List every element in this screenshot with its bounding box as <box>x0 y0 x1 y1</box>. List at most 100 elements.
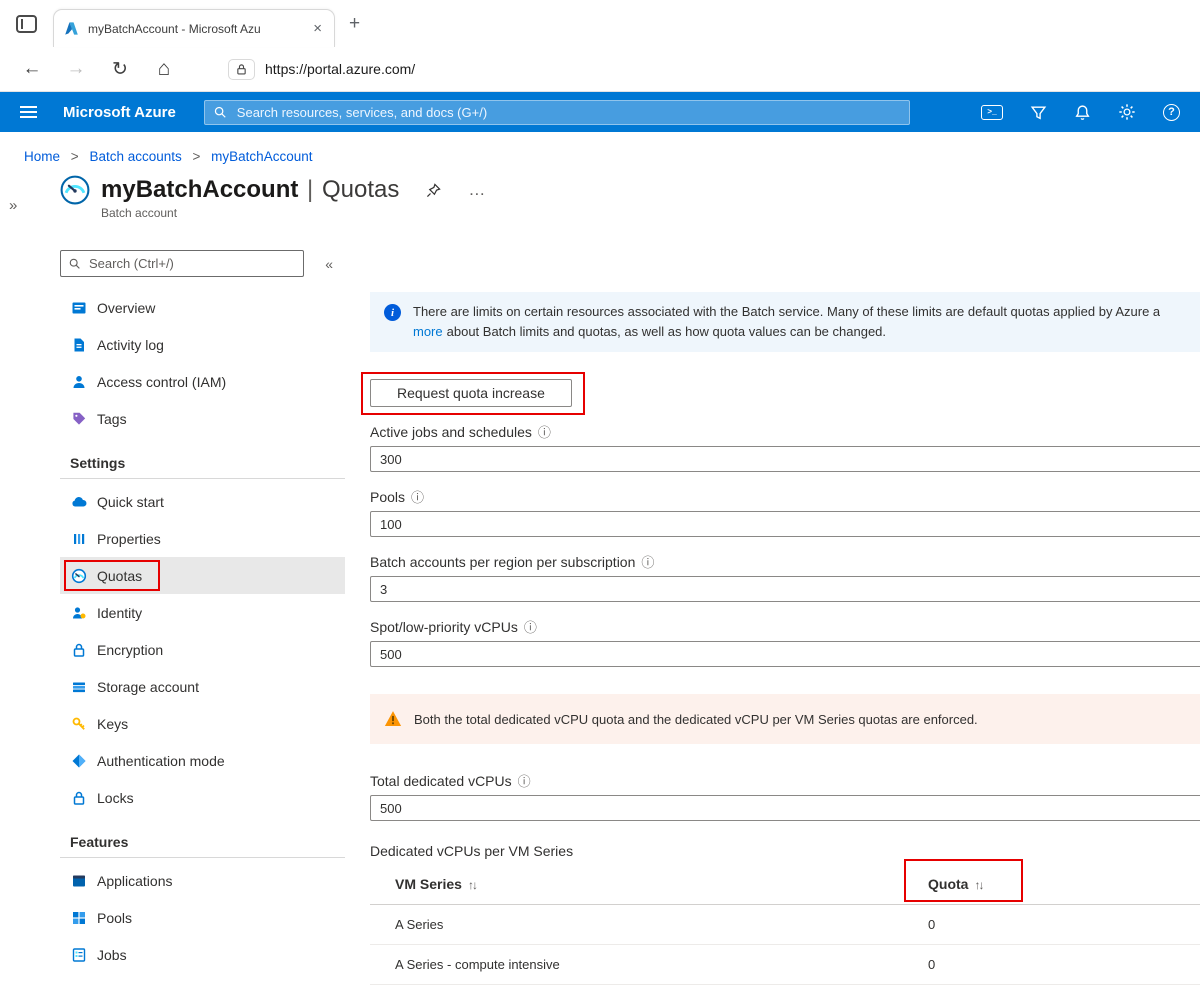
azure-brand[interactable]: Microsoft Azure <box>63 104 176 121</box>
access-control-icon <box>70 373 87 390</box>
warning-icon <box>384 710 402 728</box>
spot-vcpus-input[interactable] <box>370 641 1200 667</box>
refresh-icon[interactable]: ↻ <box>108 58 132 81</box>
table-header-row: VM Series ↑↓ Quota↑↓ <box>370 864 1200 905</box>
tab-close-icon[interactable]: × <box>311 21 324 36</box>
settings-gear-icon[interactable] <box>1118 103 1136 121</box>
page-title-account: myBatchAccount <box>101 176 298 203</box>
global-search-box[interactable] <box>204 100 910 125</box>
url-text[interactable]: https://portal.azure.com/ <box>265 61 415 77</box>
sidebar-section-features: Features <box>60 826 345 858</box>
info-circle-icon[interactable]: ⓘ <box>411 487 424 506</box>
cell-vm-series: A Series - compute intensive <box>370 945 928 984</box>
sidebar-item-label: Keys <box>97 716 128 732</box>
more-actions-icon[interactable]: … <box>468 180 486 200</box>
page-title-section: Quotas <box>322 176 399 203</box>
request-quota-increase-button[interactable]: Request quota increase <box>370 379 572 407</box>
sidebar-item-properties[interactable]: Properties <box>60 520 345 557</box>
locks-icon <box>70 789 87 806</box>
home-icon[interactable]: ⌂ <box>152 57 176 81</box>
search-icon <box>68 257 81 270</box>
breadcrumb-separator: > <box>71 149 79 164</box>
tab-layout-icon[interactable] <box>16 15 37 33</box>
site-info-button[interactable] <box>228 59 255 80</box>
hamburger-menu-icon[interactable] <box>20 106 37 118</box>
sidebar-item-applications[interactable]: Applications <box>60 862 345 899</box>
applications-icon <box>70 872 87 889</box>
table-title: Dedicated vCPUs per VM Series <box>370 843 1200 860</box>
active-jobs-input[interactable] <box>370 446 1200 472</box>
azure-favicon <box>64 21 79 36</box>
browser-address-bar: ← → ↻ ⌂ https://portal.azure.com/ <box>0 47 1200 92</box>
sidebar-item-locks[interactable]: Locks <box>60 779 345 816</box>
breadcrumb-home[interactable]: Home <box>24 149 60 164</box>
total-vcpus-input[interactable] <box>370 795 1200 821</box>
cell-vm-series: A Series <box>370 905 928 944</box>
back-icon[interactable]: ← <box>20 58 44 80</box>
sidebar-item-storage-account[interactable]: Storage account <box>60 668 345 705</box>
column-header-label: VM Series <box>395 876 462 892</box>
field-label-active-jobs: Active jobs and schedules ⓘ <box>370 423 1200 440</box>
overview-icon <box>70 299 87 316</box>
sidebar-item-encryption[interactable]: Encryption <box>60 631 345 668</box>
info-circle-icon[interactable]: ⓘ <box>524 617 537 636</box>
pin-icon[interactable] <box>426 183 441 198</box>
sidebar-item-quotas[interactable]: Quotas <box>60 557 345 594</box>
portal-menu-expand-icon[interactable]: » <box>9 197 17 214</box>
sidebar-item-label: Properties <box>97 531 161 547</box>
table-row[interactable]: A Series - compute intensive 0 <box>370 945 1200 985</box>
sidebar-item-identity[interactable]: Identity <box>60 594 345 631</box>
sidebar-item-label: Identity <box>97 605 142 621</box>
breadcrumb: Home > Batch accounts > myBatchAccount <box>0 132 1200 164</box>
sidebar-item-authentication-mode[interactable]: Authentication mode <box>60 742 345 779</box>
batch-accounts-input[interactable] <box>370 576 1200 602</box>
sidebar-item-tags[interactable]: Tags <box>60 400 345 437</box>
directory-filter-icon[interactable] <box>1030 104 1047 121</box>
sidebar-item-activity-log[interactable]: Activity log <box>60 326 345 363</box>
sidebar-search-input[interactable] <box>87 255 296 272</box>
learn-more-link[interactable]: more <box>413 324 443 339</box>
warning-banner: Both the total dedicated vCPU quota and … <box>370 694 1200 744</box>
browser-tab[interactable]: myBatchAccount - Microsoft Azu × <box>53 9 335 47</box>
sort-arrows-icon: ↑↓ <box>974 878 982 892</box>
lock-icon <box>235 63 248 76</box>
field-label-batch-accounts: Batch accounts per region per subscripti… <box>370 553 1200 570</box>
resource-menu: « Overview Activity log Access control (… <box>60 250 345 973</box>
notifications-bell-icon[interactable] <box>1074 104 1091 121</box>
sidebar-item-access-control[interactable]: Access control (IAM) <box>60 363 345 400</box>
sidebar-item-jobs[interactable]: Jobs <box>60 936 345 973</box>
sidebar-item-label: Jobs <box>97 947 127 963</box>
sidebar-item-quick-start[interactable]: Quick start <box>60 483 345 520</box>
breadcrumb-separator: > <box>193 149 201 164</box>
info-banner-text: There are limits on certain resources as… <box>413 302 1160 322</box>
sort-arrows-icon: ↑↓ <box>468 878 476 892</box>
sidebar-item-pools[interactable]: Pools <box>60 899 345 936</box>
breadcrumb-batch-accounts[interactable]: Batch accounts <box>89 149 181 164</box>
table-row[interactable]: A Series 0 <box>370 905 1200 945</box>
sidebar-search-box[interactable] <box>60 250 304 277</box>
field-label-text: Batch accounts per region per subscripti… <box>370 554 635 570</box>
help-icon[interactable]: ? <box>1163 104 1180 121</box>
column-header-vm-series[interactable]: VM Series ↑↓ <box>370 864 928 904</box>
sidebar-item-overview[interactable]: Overview <box>60 289 345 326</box>
new-tab-button[interactable]: + <box>349 13 360 35</box>
sidebar-collapse-icon[interactable]: « <box>325 256 333 272</box>
storage-account-icon <box>70 678 87 695</box>
sidebar-item-keys[interactable]: Keys <box>60 705 345 742</box>
cloud-shell-icon[interactable]: >_ <box>981 105 1003 120</box>
pools-input[interactable] <box>370 511 1200 537</box>
tab-title: myBatchAccount - Microsoft Azu <box>88 22 302 36</box>
info-circle-icon[interactable]: ⓘ <box>641 552 654 571</box>
sidebar-item-label: Pools <box>97 910 132 926</box>
info-circle-icon[interactable]: ⓘ <box>518 771 531 790</box>
azure-top-bar: Microsoft Azure >_ <box>0 92 1200 132</box>
info-icon: i <box>384 304 401 321</box>
field-label-spot-vcpus: Spot/low-priority vCPUs ⓘ <box>370 618 1200 635</box>
breadcrumb-current[interactable]: myBatchAccount <box>211 149 312 164</box>
column-header-quota[interactable]: Quota↑↓ <box>928 864 982 904</box>
info-circle-icon[interactable]: ⓘ <box>538 422 551 441</box>
quotas-icon <box>70 567 87 584</box>
sidebar-item-label: Quotas <box>97 568 142 584</box>
page-header: myBatchAccount | Quotas … Batch account <box>60 175 1200 220</box>
global-search-input[interactable] <box>235 104 901 121</box>
